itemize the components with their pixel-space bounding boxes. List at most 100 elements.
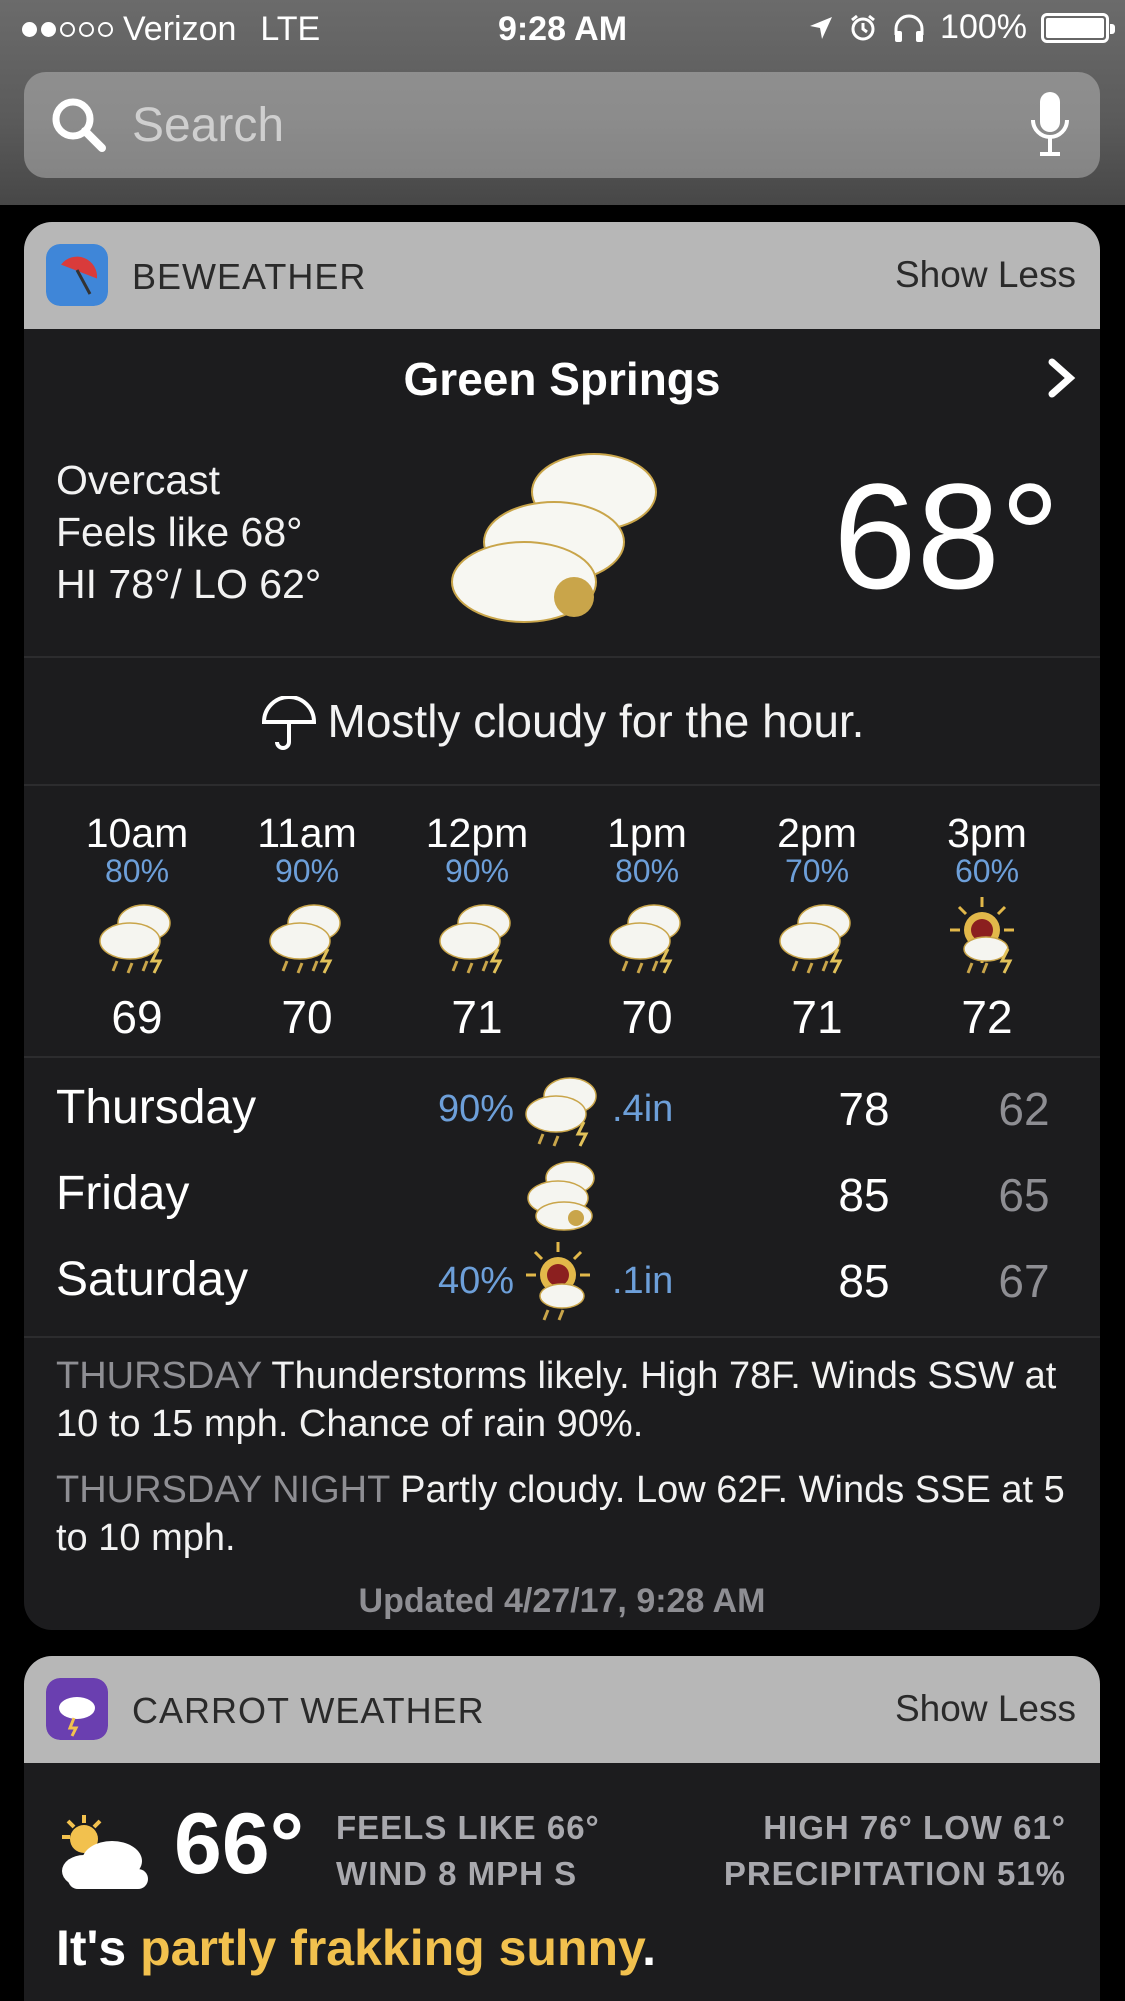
hour-time: 3pm	[947, 810, 1027, 856]
day-high: 85	[838, 1255, 890, 1307]
top-area: Verizon LTE 9:28 AM 100% Search	[0, 0, 1125, 205]
beweather-app-icon	[46, 244, 108, 306]
day-row: Thursday 90% .4in 78 62	[24, 1070, 1100, 1156]
phrase-highlight: partly frakking sunny	[140, 1920, 643, 1976]
alarm-icon	[851, 14, 875, 40]
hour-precip: 70%	[784, 853, 850, 889]
condition-text: Overcast	[56, 457, 221, 503]
feels-like-text: FEELS LIKE 66°	[336, 1809, 600, 1846]
sun-storm-icon	[526, 1242, 590, 1321]
hourly-forecast: 10am 80% 69 11am 90% 70 12pm 90% 71 1pm …	[52, 810, 1072, 1044]
hilo-text: HI 78°/ LO 62°	[56, 561, 322, 607]
hour-temp: 72	[961, 991, 1013, 1043]
storm-icon	[562, 890, 732, 986]
day-row: Friday 85 65	[24, 1156, 1100, 1242]
hour-time: 11am	[257, 810, 357, 856]
divider	[24, 1336, 1100, 1338]
day-high: 78	[838, 1083, 890, 1135]
phrase-suffix: .	[642, 1920, 657, 1976]
hour-temp: 71	[451, 991, 503, 1043]
storm-icon	[732, 890, 902, 986]
forecast-paragraph: THURSDAY Thunderstorms likely. High 78F.…	[56, 1352, 1076, 1448]
day-low: 67	[998, 1255, 1050, 1307]
forecast-paragraph: THURSDAY NIGHT Partly cloudy. Low 62F. W…	[56, 1466, 1076, 1562]
widget-header: CARROT WEATHER Show Less	[24, 1656, 1100, 1763]
divider	[24, 656, 1100, 658]
current-temp: 66°	[174, 1796, 305, 1892]
widget-title: CARROT WEATHER	[132, 1690, 485, 1731]
divider	[24, 784, 1100, 786]
city-name[interactable]: Green Springs	[24, 352, 1100, 406]
hour-item: 11am 90% 70	[222, 810, 392, 1044]
day-low: 65	[998, 1169, 1050, 1221]
hour-temp: 70	[621, 991, 673, 1043]
status-bar: Verizon LTE 9:28 AM 100%	[0, 0, 1125, 60]
divider	[24, 1056, 1100, 1058]
widget-header: BEWEATHER Show Less	[24, 222, 1100, 329]
forecast-label: THURSDAY	[56, 1355, 262, 1397]
day-name: Thursday	[56, 1081, 257, 1134]
day-high: 85	[838, 1169, 890, 1221]
hour-time: 1pm	[607, 810, 687, 856]
hour-item: 3pm 60% 72	[902, 810, 1072, 1044]
hour-precip: 80%	[614, 853, 680, 889]
phrase-prefix: It's	[56, 1920, 141, 1976]
hour-temp: 70	[281, 991, 333, 1043]
widget-title: BEWEATHER	[132, 256, 367, 297]
search-input[interactable]: Search	[132, 98, 284, 153]
storm-icon	[222, 890, 392, 986]
search-bar[interactable]: Search	[24, 72, 1100, 178]
current-temp: 68°	[833, 452, 1060, 620]
umbrella-icon	[261, 694, 316, 750]
battery-percent: 100%	[940, 8, 1027, 46]
battery-icon	[1041, 12, 1115, 43]
headphones-icon	[894, 14, 924, 42]
storm-icon	[52, 890, 222, 986]
day-precip-amount: .4in	[612, 1088, 674, 1130]
high-low-text: HIGH 76° LOW 61°	[763, 1809, 1066, 1846]
search-icon	[52, 98, 106, 152]
storm-icon	[525, 1077, 597, 1147]
hour-item: 12pm 90% 71	[392, 810, 562, 1044]
text-forecast: THURSDAY Thunderstorms likely. High 78F.…	[56, 1352, 1076, 1580]
hour-item: 10am 80% 69	[52, 810, 222, 1044]
day-row: Saturday 40% .1in 85 67	[24, 1242, 1100, 1328]
hour-precip: 80%	[104, 853, 170, 889]
feels-like-text: Feels like 68°	[56, 509, 303, 555]
status-right: 100%	[808, 8, 1115, 47]
carrot-weather-widget: CARROT WEATHER Show Less 66° FEELS LIKE …	[24, 1656, 1100, 2001]
hour-temp: 69	[111, 991, 163, 1043]
hour-time: 2pm	[777, 810, 857, 856]
hour-item: 1pm 80% 70	[562, 810, 732, 1044]
wind-text: WIND 8 MPH S	[336, 1855, 578, 1892]
chevron-right-icon[interactable]	[1044, 358, 1078, 398]
precipitation-text: PRECIPITATION 51%	[723, 1855, 1066, 1892]
sun-storm-icon	[902, 890, 1072, 986]
hour-precip: 90%	[274, 853, 340, 889]
updated-timestamp: Updated 4/27/17, 9:28 AM	[358, 1582, 766, 1620]
partly-sunny-icon	[62, 1815, 148, 1889]
beweather-widget: BEWEATHER Show Less Green Springs Overca…	[24, 222, 1100, 1630]
show-less-button[interactable]: Show Less	[895, 254, 1076, 296]
hour-item: 2pm 70% 71	[732, 810, 902, 1044]
show-less-button[interactable]: Show Less	[895, 1688, 1076, 1730]
hour-time: 12pm	[425, 810, 529, 856]
feels-wind: FEELS LIKE 66° WIND 8 MPH S	[336, 1805, 600, 1897]
storm-icon	[392, 890, 562, 986]
daily-forecast: Thursday 90% .4in 78 62 Friday 85 65 Sat…	[24, 1070, 1100, 1328]
snark-phrase: It's partly frakking sunny.	[56, 1919, 656, 1977]
cloud-icon	[527, 1161, 595, 1231]
location-icon	[810, 16, 833, 39]
hour-time: 10am	[85, 810, 189, 856]
hour-precip: 60%	[954, 853, 1020, 889]
day-precip-chance: 90%	[437, 1088, 514, 1130]
hour-precip: 90%	[444, 853, 510, 889]
current-conditions: Overcast Feels like 68° HI 78°/ LO 62°	[56, 454, 321, 610]
carrot-app-icon	[46, 1678, 108, 1740]
day-precip-chance: 40%	[437, 1260, 514, 1302]
day-low: 62	[998, 1083, 1050, 1135]
mic-icon[interactable]	[1030, 90, 1070, 160]
high-low-precip: HIGH 76° LOW 61° PRECIPITATION 51%	[724, 1805, 1066, 1897]
day-name: Friday	[56, 1167, 190, 1220]
carrot-body: 66° FEELS LIKE 66° WIND 8 MPH S HIGH 76°…	[24, 1763, 1100, 2001]
